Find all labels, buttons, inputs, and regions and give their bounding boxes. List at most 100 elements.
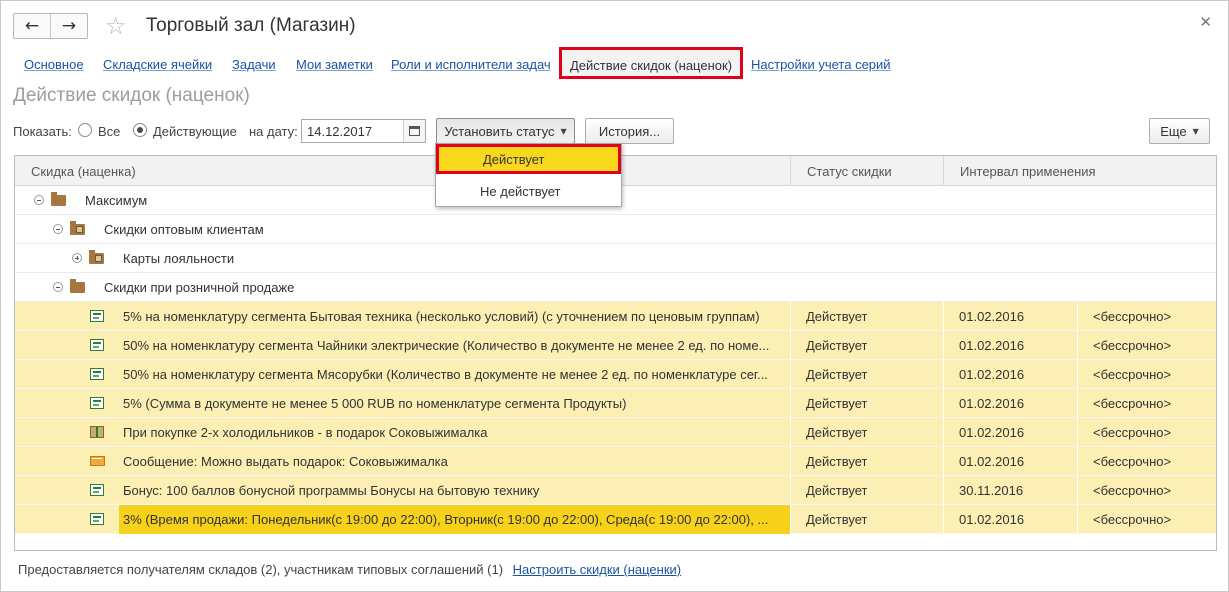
discount-icon [90,339,104,351]
row-status: Действует [806,309,868,324]
row-name: Бонус: 100 баллов бонусной программы Бон… [123,483,540,498]
tab-main[interactable]: Основное [24,57,84,72]
chevron-down-icon: ▼ [560,126,567,136]
message-icon [90,456,105,466]
table-row-selected[interactable]: 3% (Время продажи: Понедельник(с 19:00 д… [15,505,1216,534]
row-to: <бессрочно> [1093,396,1172,411]
date-field[interactable]: 14.12.2017 [301,119,426,143]
date-label: на дату: [249,124,298,139]
group-row-loyalty[interactable]: Карты лояльности [15,244,1216,273]
table-row[interactable]: 50% на номенклатуру сегмента Мясорубки (… [15,360,1216,389]
row-status: Действует [806,483,868,498]
form-window: ← → ☆ Торговый зал (Магазин) ✕ Основное … [0,0,1229,592]
set-status-button[interactable]: Установить статус ▼ [436,118,575,144]
menu-item-inactive[interactable]: Не действует [436,176,621,206]
close-icon[interactable]: ✕ [1199,13,1212,31]
collapse-icon[interactable] [34,195,44,205]
row-name: При покупке 2-х холодильников - в подаро… [123,425,488,440]
calendar-icon[interactable] [403,120,425,142]
expand-icon[interactable] [72,253,82,263]
column-interval[interactable]: Интервал применения [943,156,1216,186]
menu-item-active[interactable]: Действует [436,144,621,174]
back-arrow-icon[interactable]: ← [14,14,50,38]
discount-icon [90,397,104,409]
group-label: Карты лояльности [123,251,235,266]
row-to: <бессрочно> [1093,309,1172,324]
tab-series-settings[interactable]: Настройки учета серий [751,57,891,72]
section-links: Основное Складские ячейки Задачи Мои зам… [1,47,1228,79]
table-row[interactable]: Сообщение: Можно выдать подарок: Соковыж… [15,447,1216,476]
row-to: <бессрочно> [1093,338,1172,353]
row-name: Сообщение: Можно выдать подарок: Соковыж… [123,454,448,469]
table-row[interactable]: 5% на номенклатуру сегмента Бытовая техн… [15,302,1216,331]
row-status: Действует [806,396,868,411]
history-button[interactable]: История... [585,118,674,144]
table-row[interactable]: 5% (Сумма в документе не менее 5 000 RUB… [15,389,1216,418]
more-button[interactable]: Еще ▼ [1149,118,1210,144]
row-status: Действует [806,454,868,469]
folder-icon [89,250,104,264]
row-from: 01.02.2016 [959,338,1025,353]
filter-row: Показать: Все Действующие на дату: 14.12… [1,118,1228,144]
group-label: Максимум [85,193,148,208]
group-label: Скидки оптовым клиентам [104,222,264,237]
group-label: Скидки при розничной продаже [104,280,295,295]
chevron-down-icon: ▼ [1192,126,1199,136]
status-dropdown-menu: Действует Не действует [435,143,622,207]
row-from: 01.02.2016 [959,512,1025,527]
column-discount[interactable]: Скидка (наценка) [15,156,790,186]
tab-discounts[interactable]: Действие скидок (наценок) [559,47,744,79]
column-status[interactable]: Статус скидки [790,156,943,186]
window-title: Торговый зал (Магазин) [146,15,356,36]
collapse-icon[interactable] [53,282,63,292]
row-to: <бессрочно> [1093,483,1172,498]
row-from: 01.02.2016 [959,425,1025,440]
forward-arrow-icon[interactable]: → [50,14,87,38]
row-status: Действует [806,425,868,440]
table-row[interactable]: 50% на номенклатуру сегмента Чайники эле… [15,331,1216,360]
discounts-table[interactable]: Скидка (наценка) Статус скидки Интервал … [14,155,1217,551]
row-status: Действует [806,367,868,382]
row-from: 01.02.2016 [959,396,1025,411]
navigation-buttons: ← → [13,13,88,39]
gift-icon [90,426,104,438]
row-name: 5% на номенклатуру сегмента Бытовая техн… [123,309,760,324]
row-name: 5% (Сумма в документе не менее 5 000 RUB… [123,396,627,411]
radio-active[interactable] [133,123,147,137]
footer-text: Предоставляется получателям складов (2),… [18,562,504,577]
row-name: 3% (Время продажи: Понедельник(с 19:00 д… [119,505,790,534]
folder-icon [70,279,85,293]
group-row-retail[interactable]: Скидки при розничной продаже [15,273,1216,302]
discount-icon [90,484,104,496]
row-to: <бессрочно> [1093,512,1172,527]
row-status: Действует [806,512,868,527]
section-title: Действие скидок (наценок) [13,85,250,106]
date-value: 14.12.2017 [307,124,373,139]
tab-my-notes[interactable]: Мои заметки [296,57,373,72]
discount-icon [90,513,104,525]
tab-tasks[interactable]: Задачи [232,57,276,72]
radio-all[interactable] [78,123,92,137]
footer: Предоставляется получателям складов (2),… [18,562,681,577]
radio-active-label[interactable]: Действующие [153,124,237,139]
row-name: 50% на номенклатуру сегмента Чайники эле… [123,338,770,353]
tab-roles[interactable]: Роли и исполнители задач [391,57,551,72]
table-row[interactable]: Бонус: 100 баллов бонусной программы Бон… [15,476,1216,505]
favorite-star-icon[interactable]: ☆ [105,13,127,39]
configure-discounts-link[interactable]: Настроить скидки (наценки) [513,562,681,577]
group-row-wholesale[interactable]: Скидки оптовым клиентам [15,215,1216,244]
row-from: 01.02.2016 [959,454,1025,469]
table-row[interactable]: При покупке 2-х холодильников - в подаро… [15,418,1216,447]
folder-icon [70,221,85,235]
discount-icon [90,368,104,380]
tab-storage-cells[interactable]: Складские ячейки [103,57,212,72]
set-status-label: Установить статус [444,123,555,139]
row-to: <бессрочно> [1093,454,1172,469]
row-name: 50% на номенклатуру сегмента Мясорубки (… [123,367,768,382]
row-from: 30.11.2016 [959,483,1024,498]
radio-all-label[interactable]: Все [98,124,120,139]
row-status: Действует [806,338,868,353]
row-to: <бессрочно> [1093,425,1172,440]
discount-icon [90,310,104,322]
collapse-icon[interactable] [53,224,63,234]
